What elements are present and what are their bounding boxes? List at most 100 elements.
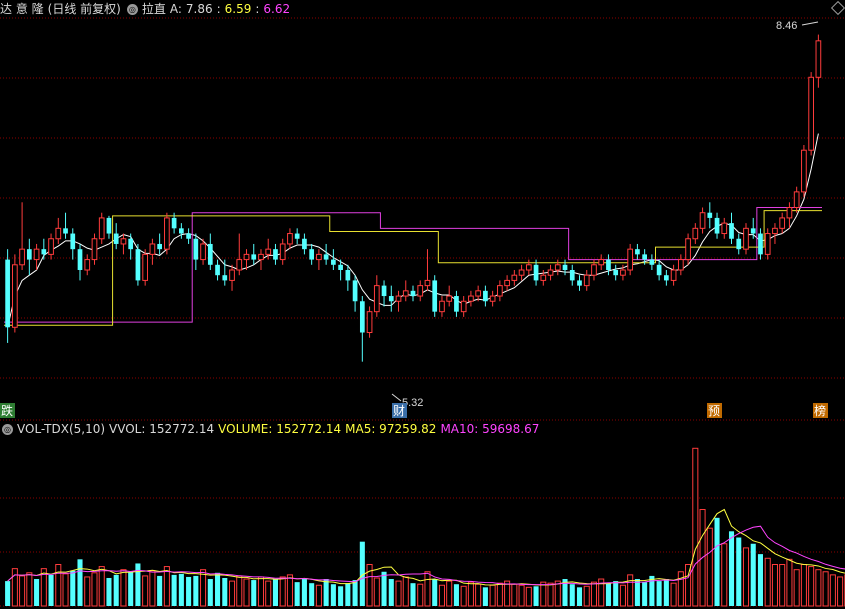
candle-body [373, 285, 380, 313]
volume-bar [5, 581, 11, 606]
volume-bar [70, 570, 76, 606]
volume-bar [84, 576, 91, 607]
candle-body [511, 274, 518, 281]
candle-body [294, 233, 300, 239]
volume-bar [786, 558, 793, 607]
candle-body [613, 270, 619, 276]
magenta-step-line [4, 207, 822, 323]
candle-body [707, 212, 713, 218]
candle-body [243, 253, 250, 261]
volume-bar [460, 585, 467, 607]
grid-lines [0, 17, 845, 607]
volume-bar [373, 577, 380, 607]
marker-yu[interactable]: 预 [707, 403, 722, 418]
volume-bar [243, 578, 250, 607]
candle-body [729, 223, 734, 239]
candle-body [157, 243, 162, 250]
volume-bar [257, 576, 265, 607]
candle-body [410, 290, 416, 297]
volume-bar [677, 571, 684, 607]
candle-body [345, 270, 351, 281]
volume-bar [345, 583, 351, 606]
candle-body [323, 254, 329, 260]
candle-body [287, 233, 293, 245]
volume-bar [525, 586, 532, 607]
volume-bar [800, 564, 807, 607]
candle-body [316, 253, 322, 261]
volume-bar [142, 575, 149, 607]
volume-bar [236, 575, 243, 607]
candle-body [359, 301, 365, 333]
candle-body [736, 238, 742, 250]
volume-bar [829, 574, 836, 607]
volume-bar [381, 571, 387, 606]
candlesticks[interactable] [5, 34, 822, 362]
volume-bar [417, 583, 424, 607]
candle-body [620, 269, 626, 276]
volume-bar [193, 575, 199, 606]
marker-left[interactable]: 跌 [0, 403, 15, 418]
volume-bar [642, 582, 648, 606]
stock-chart[interactable]: 8.46 5.32 跌 财 预 榜 [0, 0, 845, 609]
candle-body [497, 285, 503, 297]
volume-bar [489, 584, 496, 607]
candle-body [432, 280, 438, 312]
candle-body [562, 264, 568, 270]
candle-body [815, 40, 822, 78]
volume-bar [736, 537, 742, 606]
candle-body [200, 243, 206, 261]
candle-body [591, 264, 597, 276]
volume-bars[interactable] [5, 447, 845, 607]
candle-body [352, 280, 358, 302]
candle-body [91, 238, 98, 261]
candle-body [583, 274, 590, 287]
candle-body [164, 217, 170, 250]
candle-body [743, 227, 749, 250]
volume-bar [438, 584, 445, 607]
candle-body [518, 269, 525, 276]
candle-body [77, 249, 83, 270]
candle-body [424, 279, 431, 287]
volume-bar [48, 574, 54, 606]
marker-left-label: 跌 [1, 403, 13, 418]
candle-body [273, 249, 278, 260]
volume-bar [721, 543, 728, 607]
volume-bar [294, 582, 300, 606]
volume-bar [634, 579, 640, 606]
candle-body [186, 233, 191, 239]
volume-bar [808, 566, 815, 607]
volume-bar [135, 563, 141, 606]
candle-body [70, 233, 76, 250]
candle-body [606, 259, 611, 270]
volume-bar [410, 583, 416, 606]
volume-bar [742, 547, 750, 607]
candle-body [48, 238, 54, 255]
marker-cai[interactable]: 财 [392, 403, 407, 418]
candle-body [598, 259, 605, 266]
low-arrow [391, 393, 402, 402]
candle-body [540, 274, 547, 281]
candle-body [135, 249, 141, 281]
candle-body [664, 275, 669, 281]
volume-bar [511, 583, 518, 607]
candle-body [577, 280, 582, 286]
candle-body [489, 295, 496, 302]
candle-body [98, 217, 105, 240]
volume-bar [504, 580, 511, 607]
candle-body [454, 296, 459, 312]
candle-body [251, 254, 257, 260]
candle-body [801, 149, 807, 193]
candle-body [670, 269, 677, 281]
volume-bar [590, 581, 598, 607]
volume-bar [627, 574, 634, 607]
candle-body [33, 248, 40, 261]
volume-bar [323, 579, 329, 606]
candle-body [758, 233, 763, 255]
volume-bar [446, 580, 453, 607]
volume-bar [793, 569, 800, 607]
candle-body [5, 259, 10, 328]
marker-bang[interactable]: 榜 [813, 403, 828, 418]
candle-body [63, 228, 68, 234]
volume-bar [822, 571, 829, 607]
volume-bar [402, 576, 409, 607]
